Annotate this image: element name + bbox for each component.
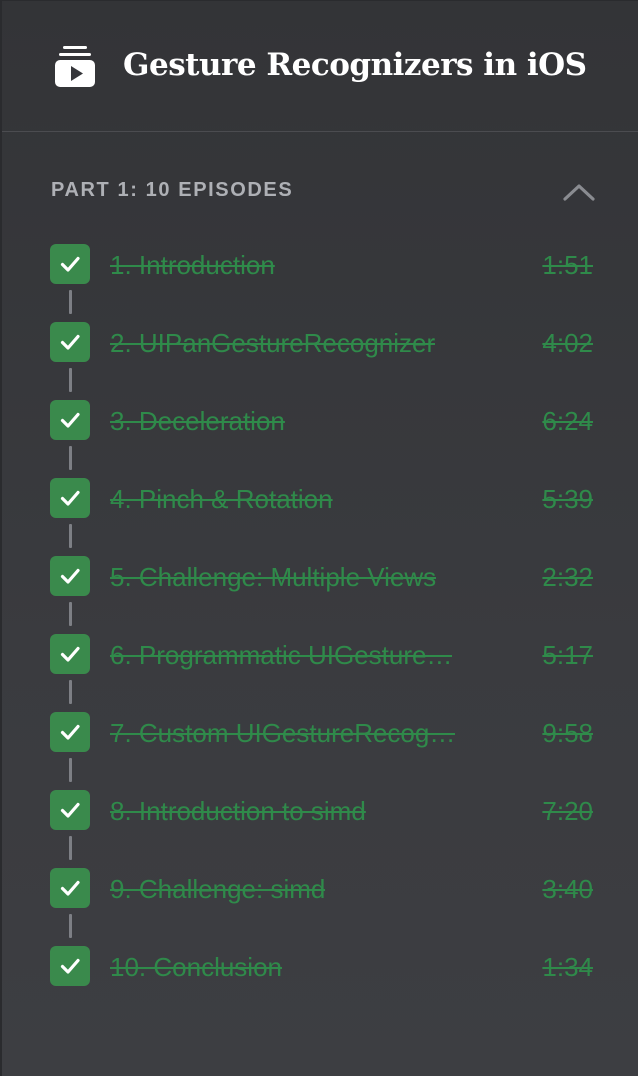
completed-check-icon (50, 244, 90, 284)
timeline-connector (69, 680, 72, 704)
timeline-connector (69, 368, 72, 392)
episode-duration: 3:40 (542, 874, 593, 904)
timeline-connector (69, 836, 72, 860)
episode-title[interactable]: 6. Programmatic UIGesture… (110, 639, 452, 671)
episode-duration: 9:58 (542, 718, 593, 748)
completed-check-icon (50, 322, 90, 362)
episode-duration: 7:20 (542, 796, 593, 826)
episode-title[interactable]: 3. Deceleration (110, 405, 285, 437)
episode-title[interactable]: 7. Custom UIGestureRecog… (110, 717, 455, 749)
episode-item[interactable]: 7. Custom UIGestureRecog… 9:58 (50, 712, 596, 790)
timeline-connector (69, 914, 72, 938)
course-sidebar: Gesture Recognizers in iOS PART 1: 10 EP… (0, 0, 638, 1076)
episode-duration: 5:17 (542, 640, 593, 670)
completed-check-icon (50, 790, 90, 830)
episode-duration: 1:34 (542, 952, 593, 982)
part-label: PART 1: 10 EPISODES (51, 179, 294, 201)
episode-title[interactable]: 4. Pinch & Rotation (110, 483, 333, 515)
episode-duration: 6:24 (542, 406, 593, 436)
completed-check-icon (50, 556, 90, 596)
timeline-connector (69, 602, 72, 626)
chevron-up-icon (562, 184, 596, 211)
episode-item[interactable]: 1. Introduction 1:51 (50, 244, 596, 322)
episode-item[interactable]: 3. Deceleration 6:24 (50, 400, 596, 478)
completed-check-icon (50, 946, 90, 986)
episode-title[interactable]: 1. Introduction (110, 249, 275, 281)
episode-title[interactable]: 2. UIPanGestureRecognizer (110, 327, 435, 359)
timeline-connector (69, 758, 72, 782)
completed-check-icon (50, 634, 90, 674)
episode-duration: 5:39 (542, 484, 593, 514)
episode-duration: 2:32 (542, 562, 593, 592)
episode-item[interactable]: 2. UIPanGestureRecognizer 4:02 (50, 322, 596, 400)
episode-title[interactable]: 10. Conclusion (110, 951, 282, 983)
episode-item[interactable]: 4. Pinch & Rotation 5:39 (50, 478, 596, 556)
completed-check-icon (50, 400, 90, 440)
completed-check-icon (50, 712, 90, 752)
episode-item[interactable]: 10. Conclusion 1:34 (50, 946, 596, 1024)
timeline-connector (69, 524, 72, 548)
course-header: Gesture Recognizers in iOS (2, 1, 638, 132)
episode-item[interactable]: 5. Challenge: Multiple Views 2:32 (50, 556, 596, 634)
part-header[interactable]: PART 1: 10 EPISODES (50, 177, 596, 207)
episode-list: 1. Introduction 1:51 2. UIPanGestureRecogn… (50, 244, 596, 1024)
completed-check-icon (50, 868, 90, 908)
episode-item[interactable]: 9. Challenge: simd 3:40 (50, 868, 596, 946)
episode-item[interactable]: 8. Introduction to simd 7:20 (50, 790, 596, 868)
timeline-connector (69, 290, 72, 314)
course-title: Gesture Recognizers in iOS (123, 47, 587, 83)
episode-item[interactable]: 6. Programmatic UIGesture… 5:17 (50, 634, 596, 712)
episode-title[interactable]: 5. Challenge: Multiple Views (110, 561, 436, 593)
collapse-part-button[interactable] (562, 177, 596, 207)
episode-duration: 4:02 (542, 328, 593, 358)
episode-title[interactable]: 8. Introduction to simd (110, 795, 366, 827)
video-playlist-icon (54, 45, 96, 89)
timeline-connector (69, 446, 72, 470)
episode-title[interactable]: 9. Challenge: simd (110, 873, 325, 905)
completed-check-icon (50, 478, 90, 518)
episode-duration: 1:51 (542, 250, 593, 280)
